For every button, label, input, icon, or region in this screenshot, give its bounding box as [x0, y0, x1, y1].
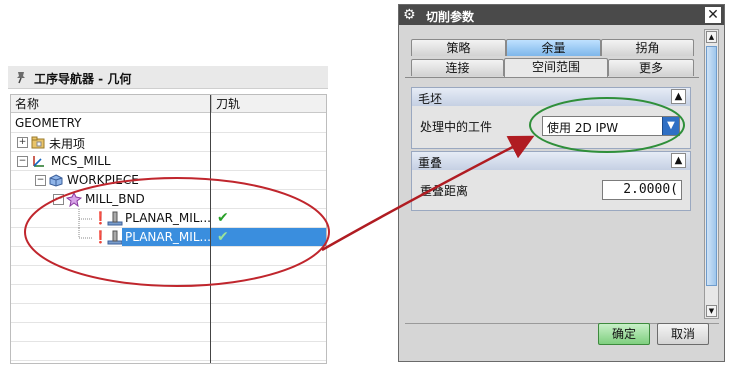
select-value: 使用 2D IPW — [547, 121, 619, 135]
pin-icon[interactable] — [14, 70, 28, 84]
scroll-down-icon[interactable]: ▼ — [706, 305, 717, 317]
cutting-parameters-dialog: ⚙ 切削参数 ✕ 策略 余量 拐角 连接 空间范围 更多 毛坯 ▲ 处理中的工件… — [398, 4, 725, 362]
dropdown-arrow-icon[interactable]: ▼ — [662, 117, 679, 135]
tab-connections[interactable]: 连接 — [411, 59, 504, 76]
ok-button[interactable]: 确定 — [598, 323, 650, 345]
scroll-up-icon[interactable]: ▲ — [706, 31, 717, 43]
overlap-distance-input[interactable]: 2.0000( — [602, 180, 682, 200]
tab-corners[interactable]: 拐角 — [601, 39, 694, 56]
group-title: 毛坯 — [418, 92, 443, 106]
folder-icon — [31, 136, 45, 149]
tab-strategy[interactable]: 策略 — [411, 39, 506, 56]
tree-row-empty — [11, 285, 326, 304]
dialog-titlebar: ⚙ 切削参数 ✕ — [399, 5, 724, 25]
expand-plus-icon[interactable]: + — [17, 137, 28, 148]
field-label: 处理中的工件 — [420, 120, 493, 134]
collapse-chevron-up-icon[interactable]: ▲ — [671, 89, 686, 104]
tree-row-mill-bnd[interactable]: − MILL_BND — [11, 190, 326, 209]
group-title: 重叠 — [418, 156, 443, 170]
collapse-chevron-up-icon[interactable]: ▲ — [671, 153, 686, 168]
status-key-icon: ❗ — [93, 230, 108, 244]
tree-row-empty — [11, 266, 326, 285]
toolpath-check-icon: ✔ — [217, 229, 229, 245]
toolpath-check-icon: ✔ — [217, 210, 229, 226]
cancel-button[interactable]: 取消 — [657, 323, 709, 345]
tree-row-empty — [11, 304, 326, 323]
planar-mill-operation-icon — [107, 211, 123, 226]
group-body: 处理中的工件 使用 2D IPW ▼ — [412, 106, 690, 148]
tree-label: MCS_MILL — [51, 154, 111, 168]
status-key-icon: ❗ — [93, 211, 108, 225]
column-header-toolpath[interactable]: 刀轨 — [211, 95, 326, 113]
dialog-title: 切削参数 — [426, 10, 475, 24]
tree-row-empty — [11, 247, 326, 266]
navigator-title: 工序导航器 - 几何 — [34, 72, 132, 86]
tab-more[interactable]: 更多 — [608, 59, 694, 76]
tree-row-geometry[interactable]: GEOMETRY — [11, 114, 326, 133]
tree-label: PLANAR_MIL... — [125, 230, 211, 244]
operation-navigator: 工序导航器 - 几何 名称 刀轨 GEOMETRY + 未用项 − MCS_MI — [8, 66, 328, 364]
tree-row-workpiece[interactable]: − WORKPIECE — [11, 171, 326, 190]
in-process-workpiece-select[interactable]: 使用 2D IPW ▼ — [542, 116, 680, 136]
group-overlap: 重叠 ▲ 重叠距离 2.0000( — [411, 151, 691, 211]
collapse-minus-icon[interactable]: − — [35, 175, 46, 186]
collapse-minus-icon[interactable]: − — [17, 156, 28, 167]
scrollbar-thumb[interactable] — [706, 46, 717, 286]
workpiece-icon — [49, 174, 63, 187]
tree-label: 未用项 — [49, 137, 86, 151]
tree-row-empty — [11, 323, 326, 342]
tree-label: GEOMETRY — [15, 116, 82, 130]
tab-stock[interactable]: 余量 — [506, 39, 601, 56]
dialog-scrollbar[interactable]: ▲ ▼ — [704, 29, 719, 319]
navigator-tree-table: 名称 刀轨 GEOMETRY + 未用项 − MCS_MILL − WORKPI… — [10, 94, 327, 364]
boundary-geometry-icon — [66, 192, 82, 207]
planar-mill-operation-icon — [107, 230, 123, 245]
group-header[interactable]: 毛坯 ▲ — [412, 88, 690, 106]
column-divider — [210, 95, 211, 363]
close-button[interactable]: ✕ — [705, 7, 721, 23]
field-label: 重叠距离 — [420, 184, 469, 198]
tree-row-mcs-mill[interactable]: − MCS_MILL — [11, 152, 326, 171]
tree-row-planar-mill-2[interactable]: ❗ PLANAR_MIL... ✔ — [11, 228, 326, 247]
gear-icon: ⚙ — [403, 7, 416, 23]
tree-label: MILL_BND — [85, 192, 145, 206]
group-body: 重叠距离 2.0000( — [412, 170, 690, 210]
column-header-name[interactable]: 名称 — [11, 95, 211, 113]
collapse-minus-icon[interactable]: − — [53, 194, 64, 205]
coordinate-system-icon — [33, 156, 44, 167]
tree-row-planar-mill-1[interactable]: ❗ PLANAR_MIL... ✔ — [11, 209, 326, 228]
tab-containment[interactable]: 空间范围 — [504, 58, 608, 77]
navigator-titlebar: 工序导航器 - 几何 — [8, 66, 328, 89]
group-header[interactable]: 重叠 ▲ — [412, 152, 690, 170]
tab-baseline — [405, 77, 699, 78]
group-blank: 毛坯 ▲ 处理中的工件 使用 2D IPW ▼ — [411, 87, 691, 149]
tree-label: WORKPIECE — [67, 173, 139, 187]
tree-row-empty — [11, 342, 326, 361]
tree-label: PLANAR_MIL... — [125, 211, 211, 225]
tree-row-unused[interactable]: + 未用项 — [11, 133, 326, 152]
